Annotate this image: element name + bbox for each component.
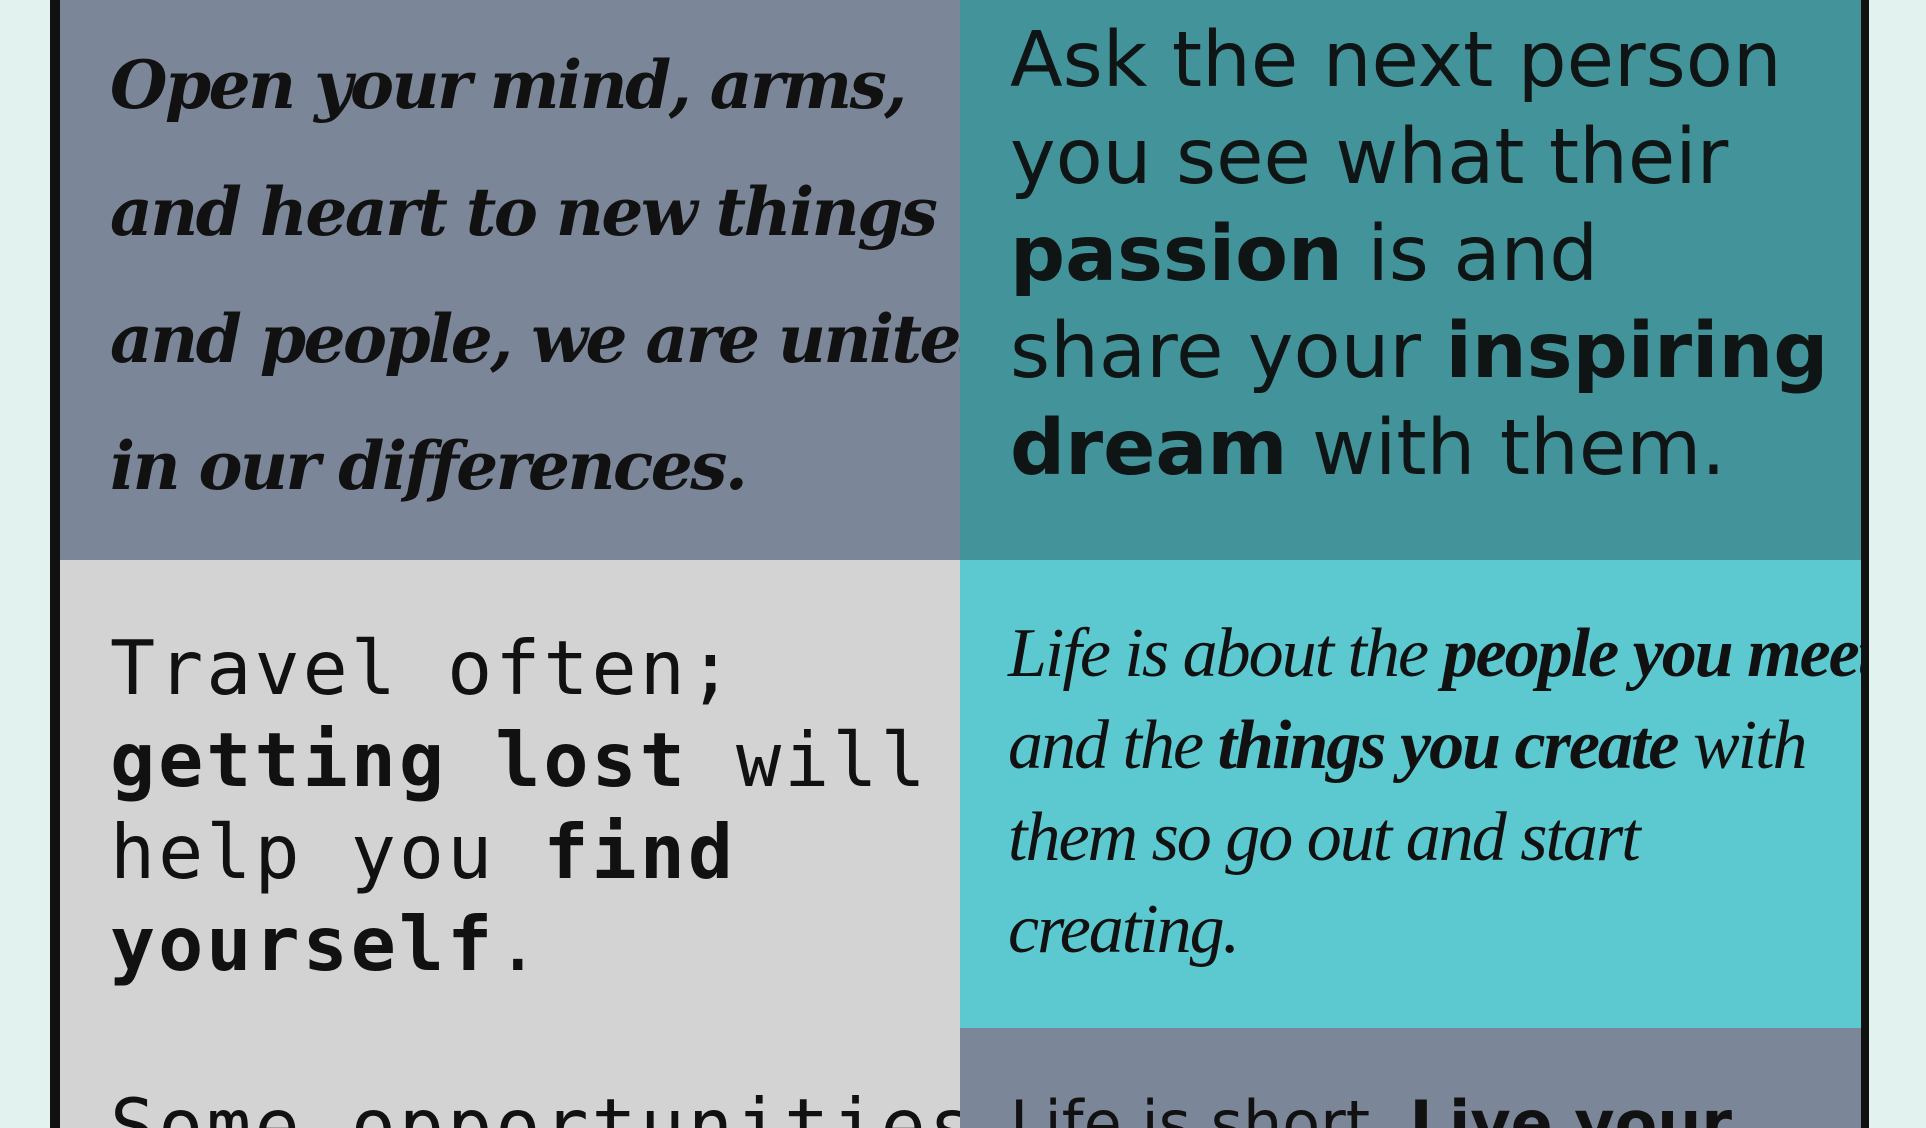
emphasis-text: yourself bbox=[110, 900, 496, 988]
quote-text: and the bbox=[1008, 707, 1218, 784]
quote-line: dream with them. bbox=[1010, 400, 1828, 497]
emphasis-text: passion bbox=[1010, 210, 1343, 299]
quote-line: you see what their bbox=[1010, 113, 1729, 202]
quote-line: Life is about the people you meet, bbox=[1008, 608, 1861, 700]
quote-tile-life-people: Life is about the people you meet, and t… bbox=[960, 560, 1861, 1028]
quote-tile-travel: Travel often; getting lost will help you… bbox=[60, 560, 960, 1128]
quote-line: and the things you create with bbox=[1008, 700, 1861, 792]
quote-text: Life is short. bbox=[1010, 1087, 1410, 1128]
emphasis-text: people you meet, bbox=[1442, 615, 1861, 692]
quote-text: Life is about the bbox=[1008, 615, 1443, 692]
quote-line: and heart to new things bbox=[110, 173, 938, 251]
emphasis-text: getting lost bbox=[110, 716, 688, 804]
quote-text: . bbox=[495, 900, 544, 988]
quote-line: share your inspiring bbox=[1010, 303, 1828, 400]
quote-text: share your bbox=[1010, 307, 1446, 396]
quote-text: will bbox=[687, 716, 929, 804]
quote-tile-open-mind: Open your mind, arms, and heart to new t… bbox=[60, 0, 960, 560]
quote-tile-life-short: Life is short. Live your bbox=[960, 1028, 1861, 1128]
emphasis-text: inspiring bbox=[1445, 307, 1829, 396]
quote-board: Open your mind, arms, and heart to new t… bbox=[50, 0, 1869, 1128]
quote-line: Open your mind, arms, bbox=[110, 46, 907, 124]
quote-travel: Travel often; getting lost will help you… bbox=[110, 622, 929, 990]
quote-life-people: Life is about the people you meet, and t… bbox=[1008, 608, 1861, 976]
quote-text: with them. bbox=[1287, 404, 1726, 493]
quote-open-mind: Open your mind, arms, and heart to new t… bbox=[110, 22, 960, 530]
quote-line: in our differences. bbox=[110, 427, 748, 505]
quote-line: yourself. bbox=[110, 898, 929, 990]
quote-line: and people, we are united bbox=[110, 300, 960, 378]
emphasis-text: find bbox=[543, 808, 737, 896]
quote-line: help you find bbox=[110, 806, 929, 898]
quote-line: Some opportunities bbox=[110, 1082, 960, 1128]
quote-line: Travel often; bbox=[110, 624, 736, 712]
quote-tile-passion: Ask the next person you see what their p… bbox=[960, 0, 1861, 560]
emphasis-text: things you create bbox=[1217, 707, 1680, 784]
quote-opportunities-partial: Some opportunities bbox=[110, 1080, 960, 1128]
quote-life-short: Life is short. Live your bbox=[1010, 1084, 1732, 1128]
quote-text: with bbox=[1677, 707, 1808, 784]
quote-line: creating. bbox=[1008, 891, 1240, 968]
quote-text: is and bbox=[1342, 210, 1599, 299]
emphasis-text: Live your bbox=[1409, 1087, 1732, 1128]
quote-text: help you bbox=[110, 808, 544, 896]
quote-line: Life is short. Live your bbox=[1010, 1084, 1732, 1128]
emphasis-text: dream bbox=[1010, 404, 1288, 493]
quote-line: passion is and bbox=[1010, 206, 1828, 303]
quote-line: Ask the next person bbox=[1010, 16, 1782, 105]
quote-line: getting lost will bbox=[110, 714, 929, 806]
quote-line: them so go out and start bbox=[1008, 799, 1641, 876]
quote-passion: Ask the next person you see what their p… bbox=[1010, 12, 1828, 497]
